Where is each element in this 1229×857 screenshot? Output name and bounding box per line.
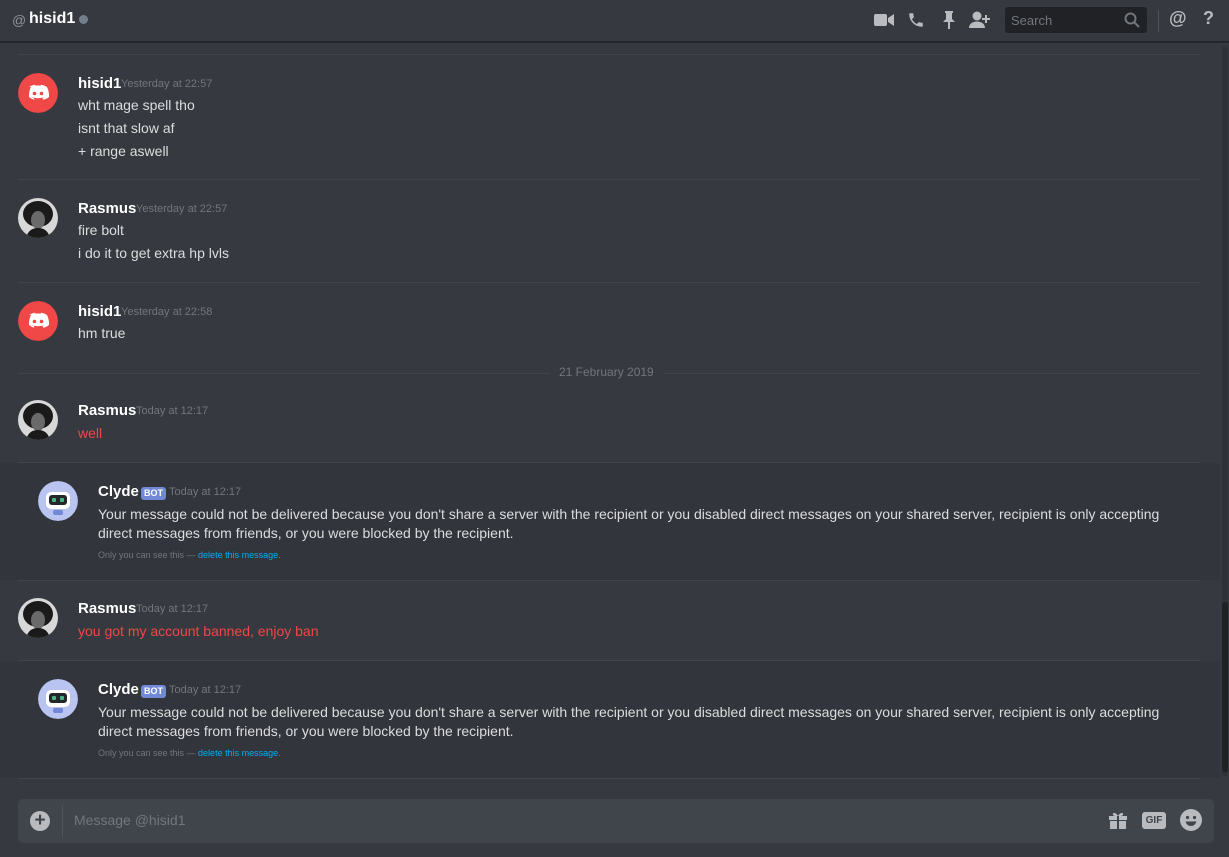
clyde-message-text: Your message could not be delivered beca… <box>98 704 1160 739</box>
ephemeral-note-text: Only you can see this — <box>98 550 199 560</box>
video-call-icon[interactable] <box>873 9 895 31</box>
composer-divider <box>62 805 63 837</box>
message-input[interactable] <box>74 812 1074 828</box>
channel-header: @ hisid1 Search @ ? <box>0 0 1229 42</box>
failed-message-line: you got my account banned, enjoy ban <box>78 623 319 639</box>
message-author[interactable]: Rasmus <box>78 402 136 419</box>
clyde-bot-icon <box>38 679 78 719</box>
message-timestamp: Today at 12:17 <box>169 684 242 696</box>
message-divider <box>18 580 1200 581</box>
message-divider <box>18 778 1200 779</box>
delete-message-link[interactable]: delete this message. <box>198 748 281 758</box>
message-author[interactable]: Rasmus <box>78 600 136 617</box>
avatar[interactable] <box>18 301 58 341</box>
user-photo-icon <box>18 598 58 638</box>
avatar[interactable] <box>18 73 58 113</box>
avatar[interactable] <box>38 481 78 521</box>
avatar[interactable] <box>18 598 58 638</box>
gift-icon[interactable] <box>1108 810 1128 835</box>
search-icon <box>1124 12 1140 33</box>
ephemeral-note-text: Only you can see this — <box>98 748 199 758</box>
header-divider <box>1158 10 1159 32</box>
message-list: hisid1 Yesterday at 22:57 wht mage spell… <box>0 46 1220 786</box>
message-composer: + GIF <box>18 799 1214 843</box>
failed-message-line: well <box>78 425 103 441</box>
at-symbol: @ <box>12 12 27 28</box>
delete-message-link[interactable]: delete this message. <box>198 550 281 560</box>
message-timestamp: Today at 12:17 <box>136 405 209 417</box>
pin-icon[interactable] <box>938 9 960 31</box>
clyde-message-text: Your message could not be delivered beca… <box>98 506 1160 541</box>
message-author[interactable]: hisid1 <box>78 75 121 92</box>
avatar[interactable] <box>18 400 58 440</box>
message-timestamp: Yesterday at 22:57 <box>136 203 228 215</box>
message-line: isnt that slow af <box>78 120 175 136</box>
message-timestamp: Yesterday at 22:58 <box>121 306 213 318</box>
status-indicator <box>79 15 88 24</box>
message-line: i do it to get extra hp lvls <box>78 245 229 261</box>
bot-badge: BOT <box>141 487 166 500</box>
avatar[interactable] <box>18 198 58 238</box>
recipient-name[interactable]: hisid1 <box>29 10 75 28</box>
bot-badge: BOT <box>141 685 166 698</box>
search-box[interactable]: Search <box>1005 7 1147 33</box>
message-author[interactable]: Clyde <box>98 681 139 698</box>
gif-button[interactable]: GIF <box>1142 812 1166 829</box>
ephemeral-note: Only you can see this — delete this mess… <box>98 748 281 758</box>
avatar[interactable] <box>38 679 78 719</box>
user-photo-icon <box>18 198 58 238</box>
clyde-bot-icon <box>38 481 78 521</box>
mentions-icon[interactable]: @ <box>1169 8 1187 29</box>
message-line: fire bolt <box>78 222 124 238</box>
add-friend-icon[interactable] <box>969 9 991 31</box>
scrollbar-thumb[interactable] <box>1222 602 1228 772</box>
emoji-icon[interactable] <box>1180 809 1202 831</box>
help-icon[interactable]: ? <box>1203 8 1214 29</box>
date-separator: 21 February 2019 <box>550 365 663 379</box>
message-author[interactable]: Rasmus <box>78 200 136 217</box>
search-placeholder: Search <box>1011 13 1053 28</box>
voice-call-icon[interactable] <box>905 9 927 31</box>
user-photo-icon <box>18 400 58 440</box>
discord-logo-icon <box>18 73 58 113</box>
upload-button[interactable]: + <box>30 811 50 831</box>
ephemeral-note: Only you can see this — delete this mess… <box>98 550 281 560</box>
message-timestamp: Today at 12:17 <box>136 603 209 615</box>
message-timestamp: Today at 12:17 <box>169 486 242 498</box>
discord-logo-icon <box>18 301 58 341</box>
message-line: wht mage spell tho <box>78 97 195 113</box>
message-divider <box>18 54 1200 55</box>
message-author[interactable]: Clyde <box>98 483 139 500</box>
message-line: hm true <box>78 325 126 341</box>
message-line: + range aswell <box>78 143 169 159</box>
message-timestamp: Yesterday at 22:57 <box>121 78 213 90</box>
clyde-message: Clyde BOT Today at 12:17 Your message co… <box>0 463 1220 580</box>
clyde-message: Clyde BOT Today at 12:17 Your message co… <box>0 661 1220 778</box>
message-divider <box>18 179 1200 180</box>
message-author[interactable]: hisid1 <box>78 303 121 320</box>
message-divider <box>18 282 1200 283</box>
